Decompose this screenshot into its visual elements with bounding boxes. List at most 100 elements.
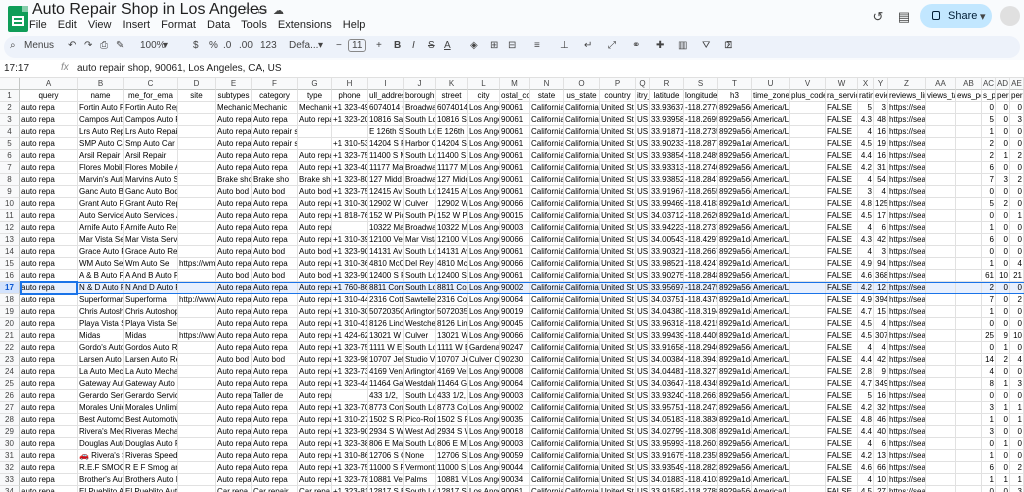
- table-cell[interactable]: [790, 462, 826, 474]
- table-cell[interactable]: [926, 438, 956, 450]
- table-cell[interactable]: -118.2620: [684, 210, 718, 222]
- table-cell[interactable]: [926, 102, 956, 114]
- table-cell[interactable]: 8929a56c: [718, 270, 752, 282]
- table-cell[interactable]: https://search.google.com/loc: [888, 282, 926, 294]
- table-cell[interactable]: Broadway: [404, 222, 436, 234]
- table-cell[interactable]: https://search.google.com/loc: [888, 210, 926, 222]
- table-cell[interactable]: Auto Services: [78, 210, 124, 222]
- table-cell[interactable]: 1: [1010, 210, 1024, 222]
- table-cell[interactable]: -118.2475: [684, 282, 718, 294]
- table-cell[interactable]: FALSE: [826, 354, 858, 366]
- table-cell[interactable]: Auto repa: [216, 282, 252, 294]
- table-cell[interactable]: +1 323-75: [332, 462, 368, 474]
- table-cell[interactable]: [178, 474, 216, 486]
- filter-icon[interactable]: ⛛: [702, 40, 710, 51]
- table-cell[interactable]: 34.04481: [650, 366, 684, 378]
- table-cell[interactable]: Brake sho: [216, 174, 252, 186]
- table-cell[interactable]: [956, 486, 982, 492]
- table-cell[interactable]: America/Los_Angel: [752, 234, 790, 246]
- table-cell[interactable]: 12400 S F: [368, 270, 404, 282]
- table-cell[interactable]: Auto repa: [216, 366, 252, 378]
- table-cell[interactable]: [956, 414, 982, 426]
- table-cell[interactable]: Lrs Auto Repair: [124, 126, 178, 138]
- table-cell[interactable]: Mar Vista Ser: [78, 234, 124, 246]
- table-cell[interactable]: 8929a1d4: [718, 258, 752, 270]
- table-cell[interactable]: Chris Autoshop: [124, 306, 178, 318]
- table-cell[interactable]: 0: [982, 342, 996, 354]
- table-cell[interactable]: South Los: [404, 246, 436, 258]
- table-cell[interactable]: US: [636, 186, 650, 198]
- percent-button[interactable]: %: [209, 40, 218, 51]
- table-cell[interactable]: [790, 222, 826, 234]
- table-cell[interactable]: Gateway Auto Repair: [124, 378, 178, 390]
- table-cell[interactable]: 33.90275: [650, 270, 684, 282]
- table-cell[interactable]: US: [636, 114, 650, 126]
- table-cell[interactable]: FALSE: [826, 330, 858, 342]
- table-cell[interactable]: Auto repa: [298, 198, 332, 210]
- table-cell[interactable]: FALSE: [826, 450, 858, 462]
- table-cell[interactable]: United St: [600, 210, 636, 222]
- table-cell[interactable]: 0: [996, 390, 1010, 402]
- table-cell[interactable]: United St: [600, 342, 636, 354]
- table-cell[interactable]: [926, 210, 956, 222]
- table-cell[interactable]: R.E.F SMOG &: [78, 462, 124, 474]
- table-cell[interactable]: [790, 402, 826, 414]
- insert-link-icon[interactable]: ⚭: [632, 40, 640, 51]
- table-cell[interactable]: Auto bod: [298, 270, 332, 282]
- table-cell[interactable]: -118.4345: [684, 378, 718, 390]
- table-cell[interactable]: 0: [1010, 282, 1024, 294]
- table-cell[interactable]: 12902 W: [436, 198, 468, 210]
- column-header-s[interactable]: S: [684, 78, 718, 90]
- table-cell[interactable]: 1: [982, 306, 996, 318]
- table-cell[interactable]: 3: [1010, 486, 1024, 492]
- currency-button[interactable]: $: [193, 40, 199, 51]
- table-cell[interactable]: 4: [858, 438, 874, 450]
- table-cell[interactable]: 4.8: [858, 198, 874, 210]
- table-cell[interactable]: California: [564, 102, 600, 114]
- table-cell[interactable]: America/Los_Angel: [752, 390, 790, 402]
- table-cell[interactable]: auto repa: [20, 186, 78, 198]
- table-cell[interactable]: +1 323-75: [332, 150, 368, 162]
- table-cell[interactable]: 90061: [500, 138, 530, 150]
- table-cell[interactable]: America/Los_Angel: [752, 318, 790, 330]
- table-cell[interactable]: 4.2: [858, 402, 874, 414]
- table-cell[interactable]: auto repa: [20, 366, 78, 378]
- table-cell[interactable]: [956, 174, 982, 186]
- table-cell[interactable]: California: [530, 474, 564, 486]
- table-cell[interactable]: California: [564, 282, 600, 294]
- table-cell[interactable]: 1111 W E: [368, 342, 404, 354]
- column-header-b[interactable]: B: [78, 78, 124, 90]
- table-cell[interactable]: [178, 438, 216, 450]
- table-cell[interactable]: Auto repa: [252, 222, 298, 234]
- table-cell[interactable]: 4.7: [858, 306, 874, 318]
- table-cell[interactable]: 0: [996, 234, 1010, 246]
- table-cell[interactable]: United St: [600, 102, 636, 114]
- table-cell[interactable]: Los Angel: [468, 438, 500, 450]
- table-cell[interactable]: 14131 Av: [436, 246, 468, 258]
- table-cell[interactable]: [790, 366, 826, 378]
- table-cell[interactable]: [956, 354, 982, 366]
- table-cell[interactable]: [790, 150, 826, 162]
- header-cell[interactable]: plus_code: [790, 90, 826, 102]
- table-cell[interactable]: A & B Auto R: [78, 270, 124, 282]
- table-cell[interactable]: Auto repa: [216, 306, 252, 318]
- table-cell[interactable]: El Pueblito A: [78, 486, 124, 492]
- table-cell[interactable]: 8929a1d4: [718, 210, 752, 222]
- table-cell[interactable]: South Los: [404, 390, 436, 402]
- table-cell[interactable]: 54: [874, 174, 888, 186]
- table-cell[interactable]: 90247: [500, 342, 530, 354]
- table-cell[interactable]: [178, 222, 216, 234]
- row-header[interactable]: 9: [0, 186, 20, 198]
- table-cell[interactable]: [956, 330, 982, 342]
- table-cell[interactable]: 9: [996, 330, 1010, 342]
- table-cell[interactable]: California: [530, 282, 564, 294]
- table-cell[interactable]: California: [530, 414, 564, 426]
- table-cell[interactable]: [926, 318, 956, 330]
- table-cell[interactable]: Auto repa: [252, 318, 298, 330]
- table-cell[interactable]: 6074014 C: [368, 102, 404, 114]
- table-cell[interactable]: 8929a56c: [718, 150, 752, 162]
- table-cell[interactable]: Auto repa: [298, 330, 332, 342]
- row-header[interactable]: 1: [0, 90, 20, 102]
- column-header-ac[interactable]: AC: [982, 78, 996, 90]
- table-cell[interactable]: Auto repa: [252, 330, 298, 342]
